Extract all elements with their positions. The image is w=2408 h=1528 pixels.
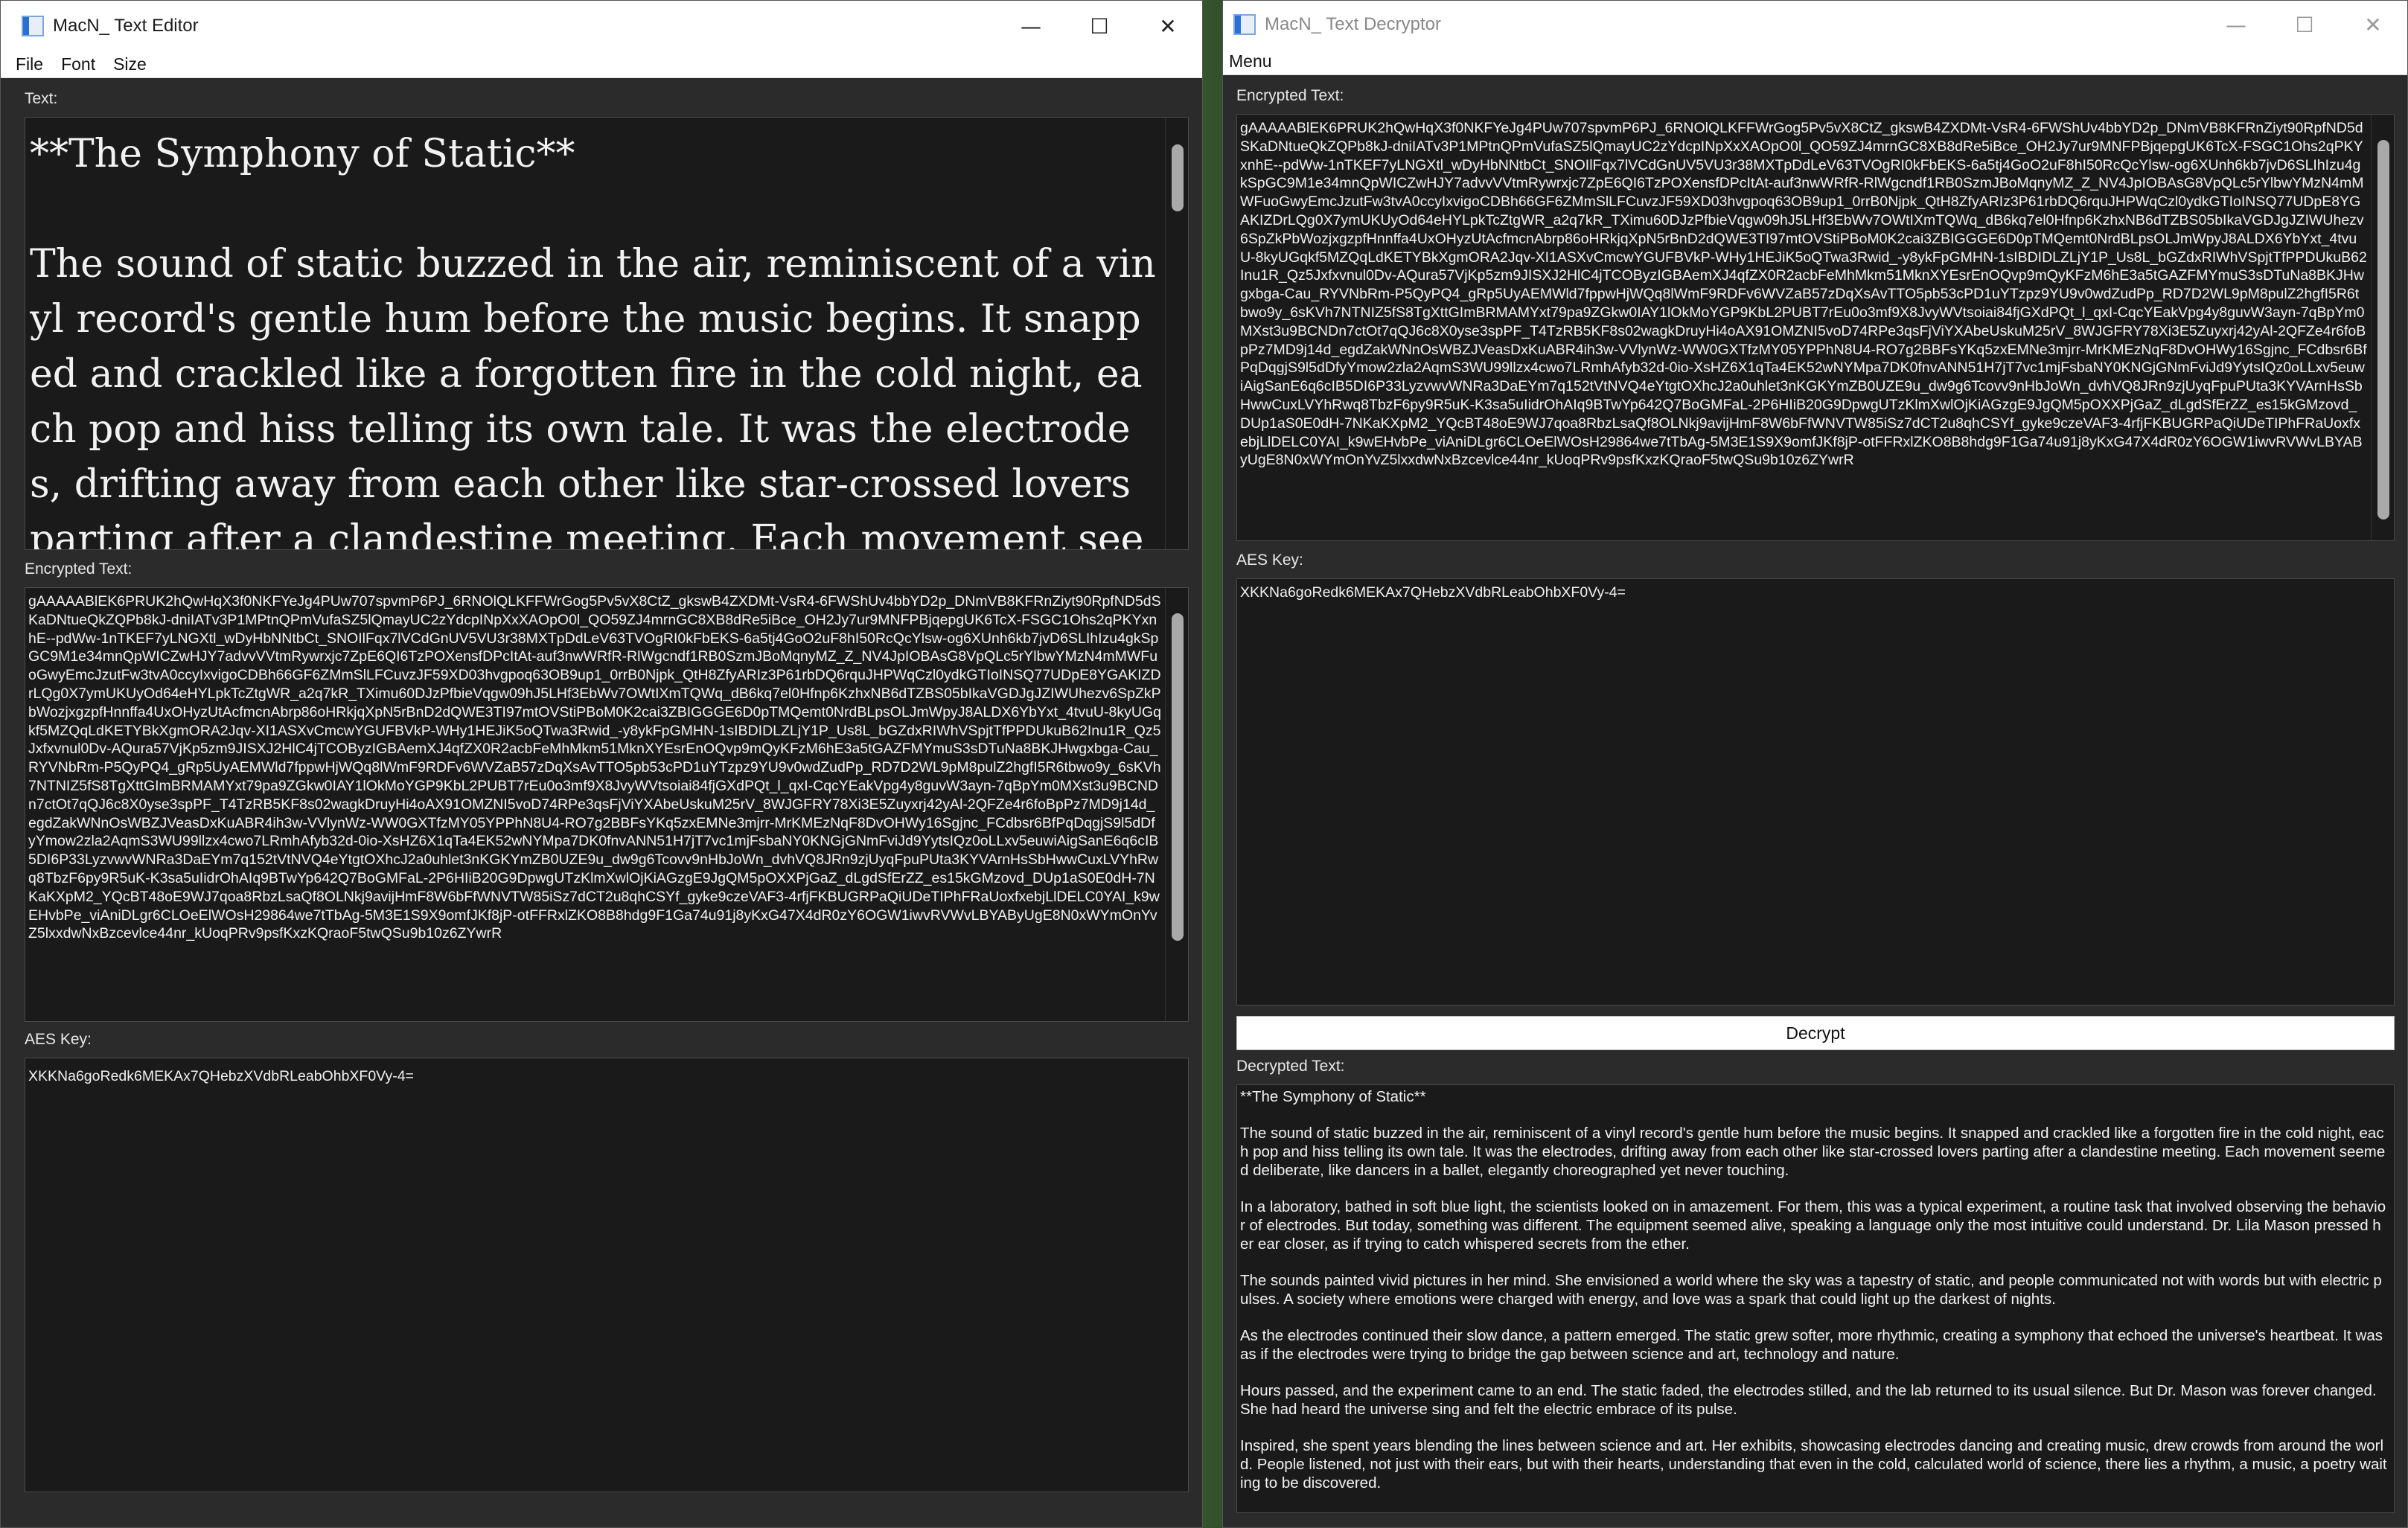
encrypted-text-content: gAAAAABlEK6PRUK2hQwHqX3f0NKFYeJg4PUw707s… xyxy=(28,593,1161,942)
decryptor-key-label: AES Key: xyxy=(1236,552,1303,569)
encrypted-text-area[interactable]: gAAAAABlEK6PRUK2hQwHqX3f0NKFYeJg4PUw707s… xyxy=(25,587,1189,1022)
decryptor-key-value: XKKNa6goRedk6MEKAx7QHebzXVdbRLeabOhbXF0V… xyxy=(1240,584,1626,601)
decryptor-menubar: Menu xyxy=(1223,48,2407,75)
minimize-icon[interactable]: — xyxy=(997,1,1065,51)
decryptor-encrypted-area[interactable]: gAAAAABlEK6PRUK2hQwHqX3f0NKFYeJg4PUw707s… xyxy=(1236,114,2395,541)
maximize-icon[interactable]: ☐ xyxy=(2270,1,2339,48)
text-editor-content: **The Symphony of Static** The sound of … xyxy=(30,132,1156,549)
encrypted-text-label: Encrypted Text: xyxy=(25,560,132,578)
minimize-icon[interactable]: — xyxy=(2202,1,2270,48)
decryptor-window-title: MacN_ Text Decryptor xyxy=(1265,14,1441,34)
notepad-app-icon xyxy=(22,16,44,36)
aes-key-label: AES Key: xyxy=(25,1031,92,1048)
decryptor-encrypted-scrollbar[interactable] xyxy=(2371,115,2394,540)
decryptor-encrypted-label: Encrypted Text: xyxy=(1236,87,1344,104)
menu-size[interactable]: Size xyxy=(113,54,147,74)
text-editor-scrollbar[interactable] xyxy=(1165,118,1188,549)
decrypted-text-area[interactable]: **The Symphony of Static** The sound of … xyxy=(1236,1084,2395,1513)
aes-key-value: XKKNa6goRedk6MEKAx7QHebzXVdbRLeabOhbXF0V… xyxy=(28,1068,414,1084)
decrypted-text-label: Decrypted Text: xyxy=(1236,1058,1345,1075)
decryptor-encrypted-content: gAAAAABlEK6PRUK2hQwHqX3f0NKFYeJg4PUw707s… xyxy=(1240,120,2367,469)
decryptor-key-field[interactable]: XKKNa6goRedk6MEKAx7QHebzXVdbRLeabOhbXF0V… xyxy=(1236,578,2395,1006)
notepad-app-icon xyxy=(1233,14,1256,35)
decryptor-titlebar[interactable]: MacN_ Text Decryptor — ☐ ✕ xyxy=(1223,1,2407,48)
close-icon[interactable]: ✕ xyxy=(1134,1,1202,51)
decrypted-text-content: **The Symphony of Static** The sound of … xyxy=(1240,1088,2387,1492)
menu-file[interactable]: File xyxy=(16,54,43,74)
scrollbar-thumb[interactable] xyxy=(1172,613,1184,941)
editor-menubar: File Font Size xyxy=(1,51,1202,78)
maximize-icon[interactable]: ☐ xyxy=(1065,1,1134,51)
menu-menu[interactable]: Menu xyxy=(1229,51,1272,71)
text-editor-window: MacN_ Text Editor — ☐ ✕ File Font Size T… xyxy=(0,0,1203,1528)
text-decryptor-window: MacN_ Text Decryptor — ☐ ✕ Menu Encrypte… xyxy=(1222,0,2408,1528)
scrollbar-thumb[interactable] xyxy=(2377,140,2389,520)
aes-key-field[interactable]: XKKNa6goRedk6MEKAx7QHebzXVdbRLeabOhbXF0V… xyxy=(25,1058,1189,1492)
text-label: Text: xyxy=(25,90,58,107)
close-icon[interactable]: ✕ xyxy=(2339,1,2407,48)
encrypted-text-scrollbar[interactable] xyxy=(1165,588,1188,1021)
text-editor-area[interactable]: **The Symphony of Static** The sound of … xyxy=(25,117,1189,550)
editor-window-title: MacN_ Text Editor xyxy=(53,16,199,36)
menu-font[interactable]: Font xyxy=(61,54,95,74)
decrypt-button[interactable]: Decrypt xyxy=(1236,1016,2395,1050)
editor-titlebar[interactable]: MacN_ Text Editor — ☐ ✕ xyxy=(1,1,1202,51)
scrollbar-thumb[interactable] xyxy=(1172,144,1184,211)
